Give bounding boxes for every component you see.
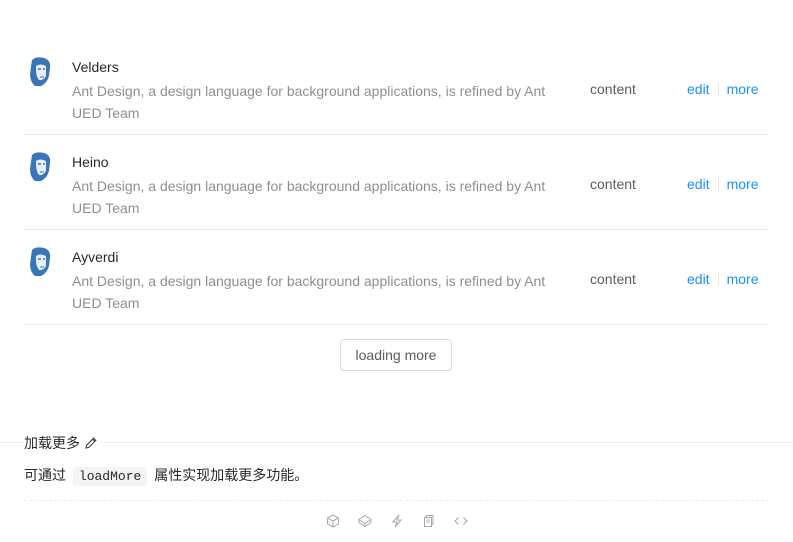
inline-code: loadMore [72, 467, 148, 486]
list-item: Heino Ant Design, a design language for … [24, 135, 768, 230]
demo-desc-before: 可通过 [24, 467, 66, 483]
item-title[interactable]: Heino [72, 151, 109, 173]
item-actions: edit more [687, 173, 758, 195]
edit-link[interactable]: edit [687, 173, 710, 195]
item-description: Ant Design, a design language for backgr… [72, 273, 546, 311]
item-title[interactable]: Velders [72, 56, 119, 78]
copy-icon[interactable] [421, 512, 437, 530]
item-content: content [590, 271, 636, 287]
demo-desc-after: 属性实现加载更多功能。 [154, 467, 309, 483]
list: Velders Ant Design, a design language fo… [24, 40, 768, 371]
demo-title-text: 加载更多 [24, 435, 80, 451]
demo-title: 加载更多 [24, 432, 104, 454]
action-divider [717, 177, 719, 191]
item-title[interactable]: Ayverdi [72, 246, 118, 268]
face-avatar-icon [30, 247, 51, 276]
action-divider [717, 272, 719, 286]
edit-icon[interactable] [84, 436, 98, 450]
avatar [26, 151, 54, 183]
more-link[interactable]: more [727, 268, 759, 290]
item-content: content [590, 176, 636, 192]
more-link[interactable]: more [727, 78, 759, 100]
more-link[interactable]: more [727, 173, 759, 195]
item-description: Ant Design, a design language for backgr… [72, 83, 546, 121]
edit-link[interactable]: edit [687, 78, 710, 100]
demo-description: 可通过 loadMore 属性实现加载更多功能。 [24, 463, 308, 489]
code-box-meta-divider [0, 442, 793, 443]
code-actions-divider [24, 500, 769, 501]
list-item: Ayverdi Ant Design, a design language fo… [24, 230, 768, 325]
item-actions: edit more [687, 268, 758, 290]
code-actions [0, 512, 793, 530]
action-divider [717, 82, 719, 96]
list-demo: Velders Ant Design, a design language fo… [0, 0, 793, 542]
codepen-icon[interactable] [357, 512, 373, 530]
item-description: Ant Design, a design language for backgr… [72, 178, 546, 216]
face-avatar-icon [30, 57, 51, 86]
item-content: content [590, 81, 636, 97]
avatar [26, 56, 54, 88]
codesandbox-icon[interactable] [325, 512, 341, 530]
load-more-container: loading more [24, 339, 768, 371]
list-item: Velders Ant Design, a design language fo… [24, 40, 768, 135]
avatar [26, 246, 54, 278]
face-avatar-icon [30, 152, 51, 181]
code-expand-icon[interactable] [453, 512, 469, 530]
load-more-button[interactable]: loading more [339, 339, 453, 371]
edit-link[interactable]: edit [687, 268, 710, 290]
item-actions: edit more [687, 78, 758, 100]
riddle-icon[interactable] [389, 512, 405, 530]
